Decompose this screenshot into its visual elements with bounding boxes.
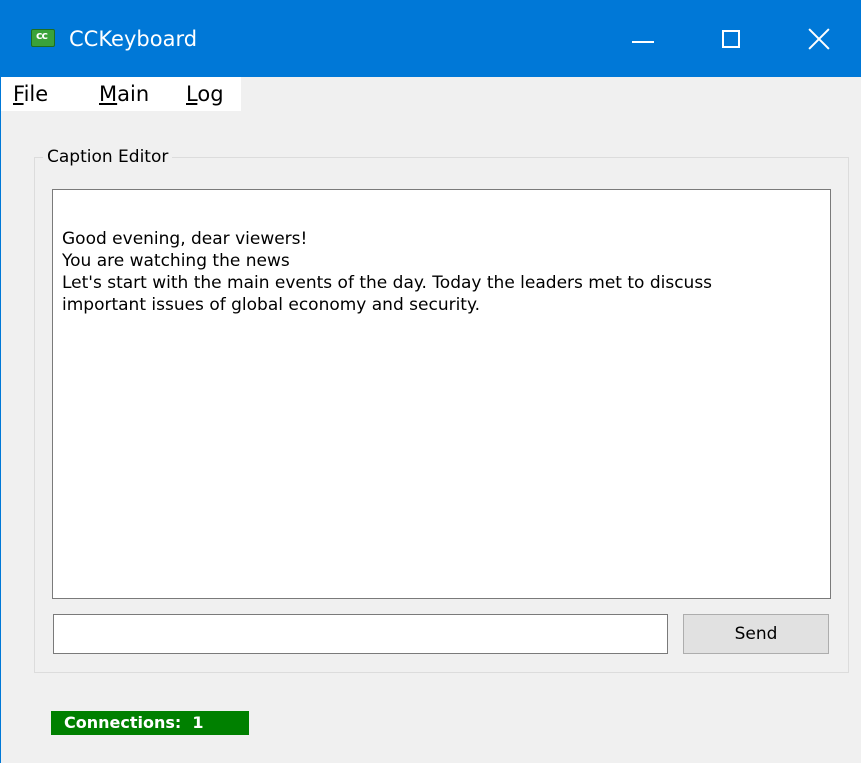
caption-input[interactable] <box>53 614 668 654</box>
caption-line: You are watching the news <box>62 251 290 271</box>
menu-bar: File Main Log <box>1 77 241 111</box>
caption-text-area[interactable]: Good evening, dear viewers! You are watc… <box>52 189 831 599</box>
cc-app-icon <box>31 29 55 47</box>
menu-log[interactable]: Log <box>186 81 224 107</box>
caption-editor-label: Caption Editor <box>43 145 173 169</box>
minimize-button[interactable] <box>594 0 688 77</box>
title-bar[interactable]: CCKeyboard <box>1 0 861 77</box>
minimize-icon <box>632 41 654 43</box>
window-title: CCKeyboard <box>69 27 198 51</box>
close-icon <box>808 28 830 50</box>
caption-line: important issues of global economy and s… <box>62 295 481 315</box>
maximize-button[interactable] <box>688 0 782 77</box>
maximize-icon <box>722 30 740 48</box>
caption-line: Good evening, dear viewers! <box>62 229 308 249</box>
menu-main[interactable]: Main <box>99 81 149 107</box>
close-button[interactable] <box>782 0 861 77</box>
send-button[interactable]: Send <box>683 614 829 654</box>
caption-line: Let's start with the main events of the … <box>62 273 713 293</box>
app-window: CCKeyboard File Main Log Caption Editor … <box>0 0 861 763</box>
connections-status-badge: Connections: 1 <box>51 711 249 735</box>
menu-file[interactable]: File <box>13 81 48 107</box>
